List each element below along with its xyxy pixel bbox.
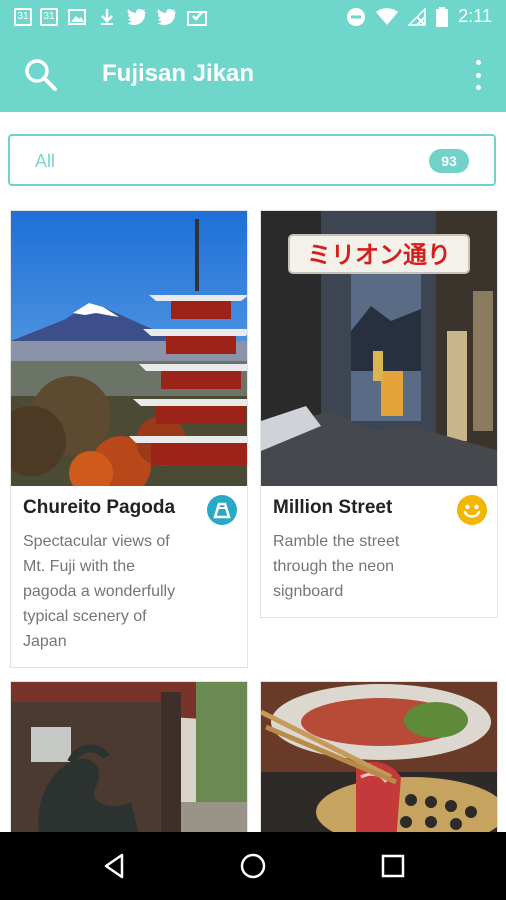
- image-icon: [66, 6, 88, 28]
- card-title: Chureito Pagoda: [23, 497, 176, 518]
- wifi-icon: [376, 7, 399, 25]
- description-line: Mt. Fuji with the: [23, 558, 136, 575]
- twitter-icon: [156, 6, 178, 28]
- notification-icons: 31 31: [14, 6, 208, 28]
- smiley-icon: [457, 495, 487, 525]
- system-icons: 2:11: [346, 6, 492, 27]
- overflow-menu-icon[interactable]: [472, 60, 484, 90]
- category-filter[interactable]: All 93: [8, 134, 496, 186]
- app-title: Fujisan Jikan: [102, 60, 255, 87]
- description-line: Ramble the street: [273, 533, 400, 550]
- do-not-disturb-icon: [347, 7, 366, 26]
- spot-card[interactable]: [10, 681, 248, 841]
- card-image: [11, 682, 247, 840]
- navigation-bar: [0, 832, 506, 900]
- card-image: [261, 682, 497, 840]
- download-icon: [96, 6, 118, 28]
- calendar-icon: 31: [40, 8, 58, 26]
- spot-card[interactable]: ミリオン通り Million Street Ramble the street …: [260, 210, 498, 618]
- card-description: Spectacular views of Mt. Fuji with the p…: [23, 529, 175, 654]
- inbox-check-icon: [186, 6, 208, 28]
- million-street-sign: ミリオン通り: [307, 241, 451, 269]
- clock: 2:11: [458, 6, 492, 26]
- card-image: ミリオン通り: [261, 211, 497, 486]
- twitter-icon: [126, 6, 148, 28]
- search-icon[interactable]: [22, 56, 60, 94]
- home-icon[interactable]: [238, 851, 268, 881]
- description-line: Japan: [23, 633, 67, 650]
- recents-icon[interactable]: [378, 851, 408, 881]
- status-bar: 31 31 2:11: [0, 0, 506, 38]
- description-line: through the neon: [273, 558, 394, 575]
- description-line: signboard: [273, 583, 344, 600]
- spot-card[interactable]: Chureito Pagoda Spectacular views of Mt.…: [10, 210, 248, 668]
- back-icon[interactable]: [99, 851, 129, 881]
- description-line: Spectacular views of: [23, 533, 170, 550]
- no-signal-icon: [408, 7, 427, 26]
- description-line: pagoda a wonderfully: [23, 583, 176, 600]
- filter-label: All: [35, 151, 56, 171]
- app-bar: Fujisan Jikan: [0, 38, 506, 112]
- card-title: Million Street: [273, 497, 393, 518]
- battery-icon: [436, 6, 449, 27]
- description-line: typical scenery of: [23, 608, 147, 625]
- card-image: [11, 211, 247, 496]
- calendar-day: 31: [43, 11, 55, 22]
- calendar-day: 31: [17, 11, 29, 22]
- mountain-icon: [207, 495, 237, 525]
- calendar-icon: 31: [14, 8, 32, 26]
- count-badge: 93: [429, 149, 469, 173]
- card-description: Ramble the street through the neon signb…: [273, 529, 399, 604]
- spot-card[interactable]: [260, 681, 498, 841]
